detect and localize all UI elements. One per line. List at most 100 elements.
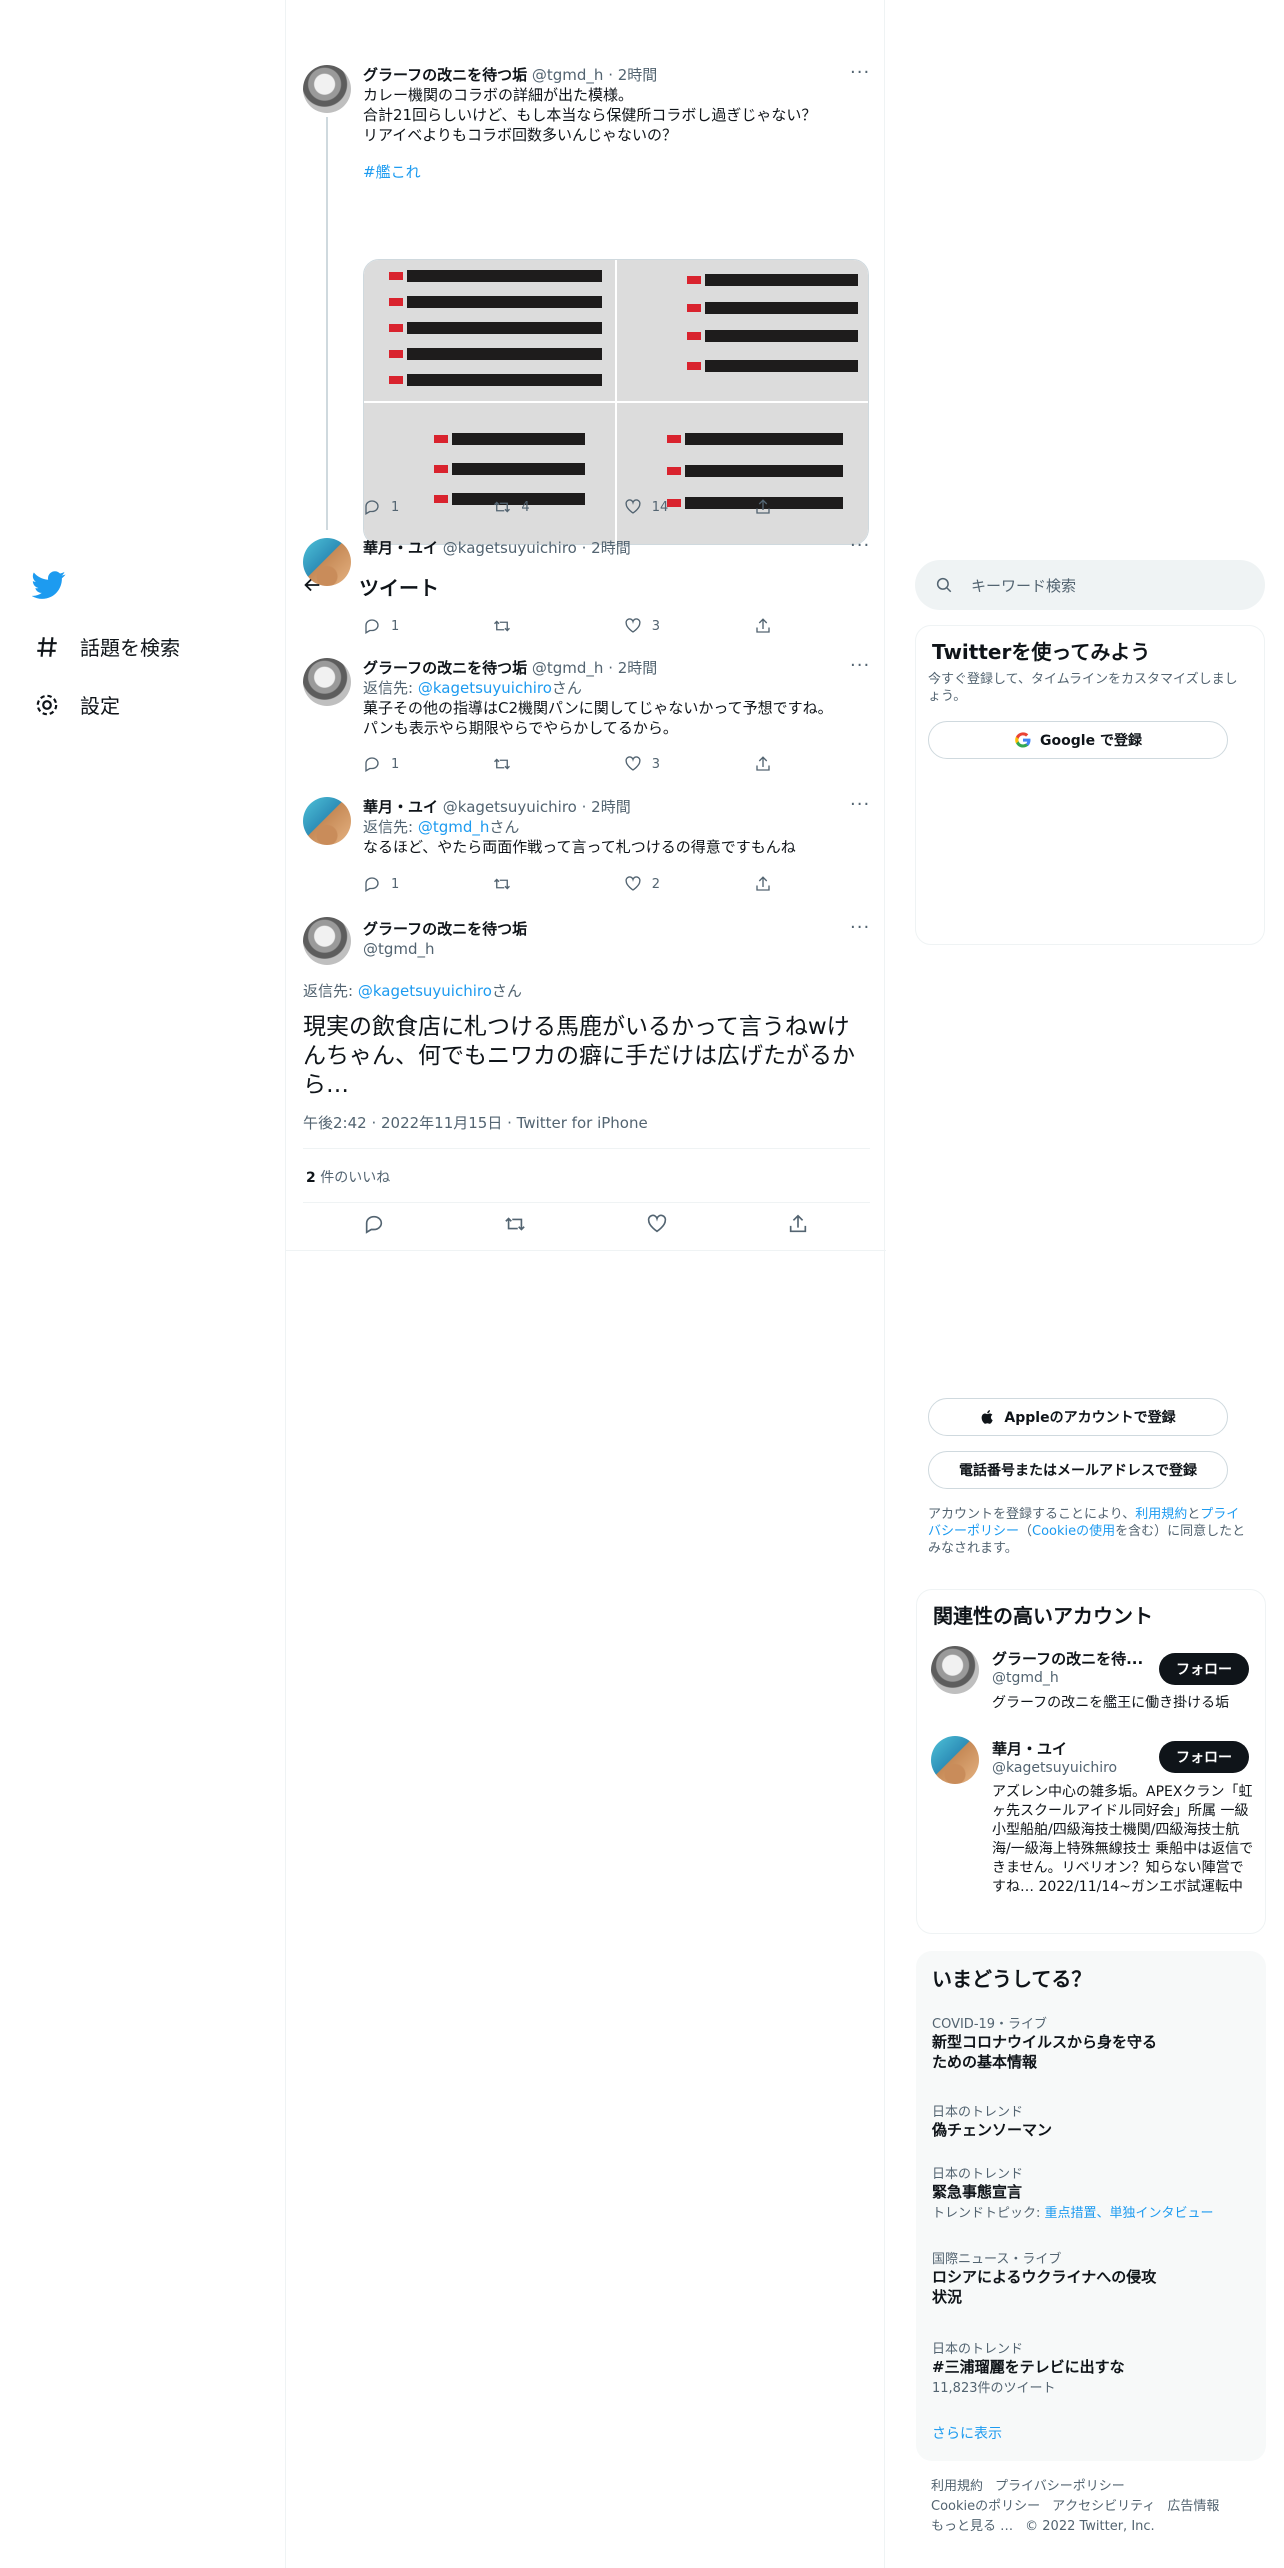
page-title: ツイート [359,576,439,600]
user-bio: アズレン中心の雑多垢。APEXクラン「虹ヶ先スクールアイドル同好会」所属 一級小… [992,1784,1254,1895]
heart-icon[interactable] [646,1213,668,1235]
more-options-icon[interactable]: ··· [850,64,870,88]
terms-link[interactable]: 利用規約 [1135,1507,1187,1522]
avatar[interactable] [303,797,351,845]
display-name[interactable]: グラーフの改ニを待つ垢 [363,66,527,84]
apple-signup-button[interactable]: Appleのアカウントで登録 [928,1398,1228,1436]
phone-email-signup-button[interactable]: 電話番号またはメールアドレスで登録 [928,1451,1228,1489]
avatar[interactable] [931,1736,979,1784]
display-name[interactable]: グラーフの改ニを待つ垢 [363,919,527,939]
user-handle[interactable]: @kagetsuyuichiro [443,798,577,816]
display-name[interactable]: 華月・ユイ [363,798,438,816]
tweet-1[interactable]: グラーフの改ニを待つ垢 @tgmd_h · 2時間 カレー機関のコラボの詳細が出… [286,60,886,545]
timestamp[interactable]: 2時間 [618,659,658,677]
footer-link[interactable]: アクセシビリティ [1052,2499,1155,2514]
nav-explore[interactable]: 話題を検索 [34,632,180,661]
like-button[interactable]: 2 [624,874,754,894]
tweet-meta[interactable]: 午後2:42 · 2022年11月15日 · Twitter for iPhon… [303,1112,648,1133]
display-name[interactable]: 華月・ユイ [992,1738,1067,1759]
user-handle[interactable]: @tgmd_h [992,1670,1059,1686]
user-handle[interactable]: @kagetsuyuichiro [443,539,577,557]
footer-link[interactable]: Cookieのポリシー [931,2499,1040,2514]
trend-item[interactable]: 国際ニュース・ライブ ロシアによるウクライナへの侵攻状況 [932,2248,1250,2307]
reply-button[interactable]: 1 [363,497,493,517]
tweet-image[interactable] [617,403,868,544]
tweet-image[interactable] [617,260,868,401]
retweet-button[interactable]: 4 [493,497,623,517]
reply-to-link[interactable]: @kagetsuyuichiro [418,679,552,697]
timestamp[interactable]: 2時間 [618,66,658,84]
retweet-button[interactable] [493,754,623,774]
tweet-image[interactable] [364,403,615,544]
search-input[interactable]: キーワード検索 [971,575,1076,596]
trend-item[interactable]: 日本のトレンド 緊急事態宣言 トレンドトピック: 重点措置、単独インタビュー [932,2163,1250,2221]
user-handle[interactable]: @tgmd_h [532,659,604,677]
back-arrow-icon[interactable] [301,574,323,596]
user-handle[interactable]: @kagetsuyuichiro [992,1760,1117,1776]
avatar[interactable] [303,658,351,706]
share-icon [756,618,770,633]
user-handle[interactable]: @tgmd_h [532,66,604,84]
share-icon[interactable] [787,1213,809,1235]
reply-context: 返信先: @tgmd_hさん [363,818,520,836]
focused-tweet: グラーフの改ニを待つ垢 @tgmd_h ··· 返信先: @kagetsuyui… [286,915,886,1251]
display-name[interactable]: 華月・ユイ [363,539,438,557]
reply-to-link[interactable]: @kagetsuyuichiro [358,982,492,1000]
retweet-button[interactable] [493,874,623,894]
trend-item[interactable]: COVID-19・ライブ 新型コロナウイルスから身を守るための基本情報 [932,2013,1250,2072]
nav-settings[interactable]: 設定 [34,690,120,719]
display-name[interactable]: グラーフの改ニを待... [992,1648,1143,1669]
google-signup-button[interactable]: Google で登録 [928,721,1228,759]
retweet-icon[interactable] [504,1213,526,1235]
trend-topic-links[interactable]: 重点措置、単独インタビュー [1045,2206,1214,2221]
reply-button[interactable]: 1 [363,754,493,774]
like-button[interactable]: 3 [624,754,754,774]
tweet-4[interactable]: 華月・ユイ @kagetsuyuichiro · 2時間 返信先: @tgmd_… [286,795,886,899]
more-options-icon[interactable]: ··· [850,796,870,820]
main-timeline: グラーフの改ニを待つ垢 @tgmd_h · 2時間 カレー機関のコラボの詳細が出… [285,0,886,2568]
display-name[interactable]: グラーフの改ニを待つ垢 [363,659,527,677]
follow-button[interactable]: フォロー [1159,1653,1249,1685]
reply-icon[interactable] [363,1213,385,1235]
copyright: © 2022 Twitter, Inc. [1025,2519,1155,2534]
avatar[interactable] [303,917,351,965]
user-handle[interactable]: @tgmd_h [363,939,527,959]
like-button[interactable]: 3 [624,616,754,636]
search-box[interactable]: キーワード検索 [915,560,1265,610]
show-more-link[interactable]: さらに表示 [932,2423,1002,2443]
share-button[interactable] [754,874,783,894]
more-options-icon[interactable]: ··· [850,537,870,561]
trend-item[interactable]: 日本のトレンド #三浦瑠麗をテレビに出すな 11,823件のツイート [932,2338,1250,2396]
footer-link[interactable]: 利用規約 [931,2479,983,2494]
share-button[interactable] [754,497,783,517]
like-count: 3 [651,756,660,772]
timestamp[interactable]: 2時間 [591,539,631,557]
tweet-image[interactable] [364,260,615,401]
footer-link[interactable]: もっと見る … [931,2519,1013,2534]
more-options-icon[interactable]: ··· [850,919,870,943]
tweet-actions: 1 3 [363,616,783,636]
retweet-button[interactable] [493,616,623,636]
more-options-icon[interactable]: ··· [850,657,870,681]
twitter-logo-icon[interactable] [32,568,66,602]
tweet-3[interactable]: グラーフの改ニを待つ垢 @tgmd_h · 2時間 返信先: @kagetsuy… [286,656,886,778]
avatar[interactable] [303,65,351,113]
share-button[interactable] [754,616,783,636]
reply-button[interactable]: 1 [363,616,493,636]
apple-icon [982,1410,994,1424]
follow-button[interactable]: フォロー [1159,1741,1249,1773]
share-button[interactable] [754,754,783,774]
trend-item[interactable]: 日本のトレンド 偽チェンソーマン [932,2101,1250,2140]
timestamp[interactable]: 2時間 [591,798,631,816]
cookie-link[interactable]: Cookieの使用 [1032,1524,1115,1539]
share-icon [756,876,770,891]
hashtag-link[interactable]: #艦これ [363,163,421,181]
footer-link[interactable]: 広告情報 [1167,2499,1219,2514]
footer-link[interactable]: プライバシーポリシー [995,2479,1125,2494]
likes-count-row[interactable]: 2 件のいいね [306,1167,390,1187]
retweet-icon [494,620,511,632]
like-button[interactable]: 14 [624,497,754,517]
reply-to-link[interactable]: @tgmd_h [418,818,490,836]
reply-button[interactable]: 1 [363,874,493,894]
avatar[interactable] [931,1646,979,1694]
